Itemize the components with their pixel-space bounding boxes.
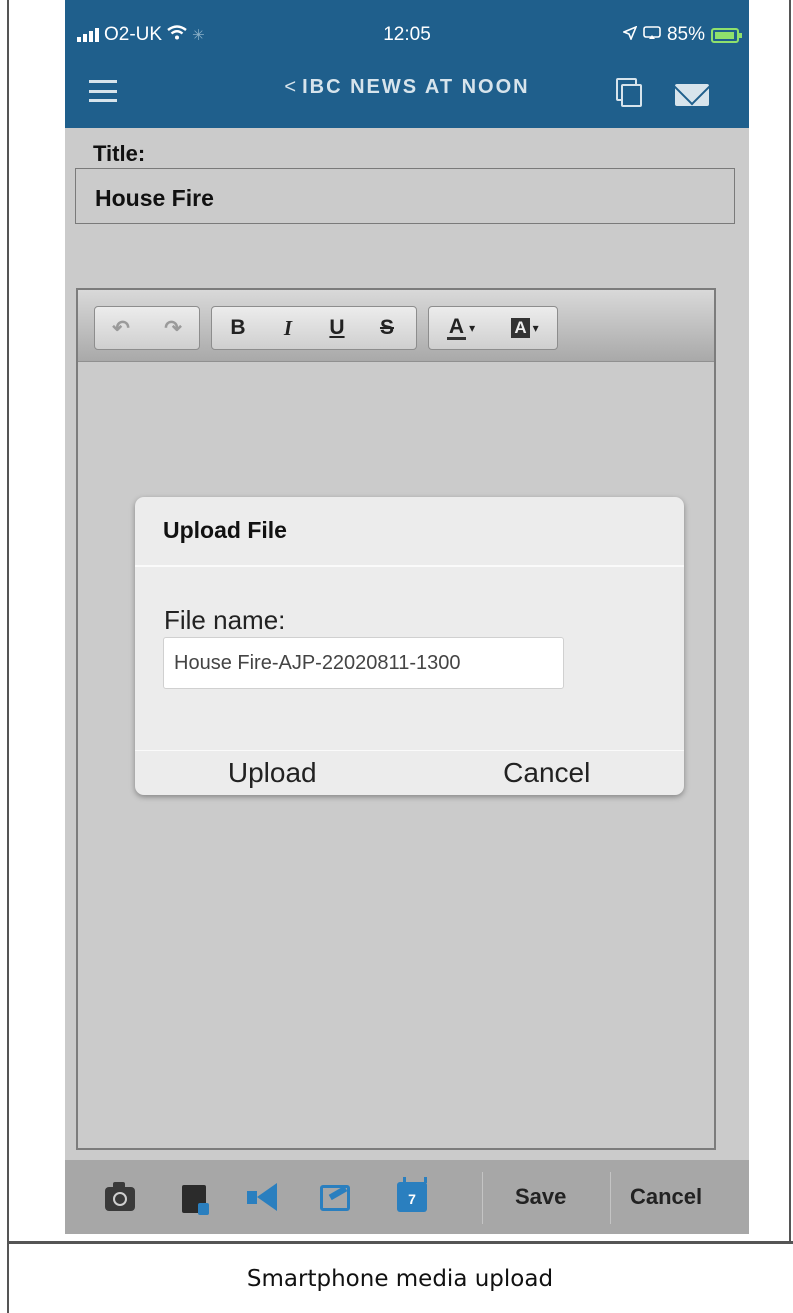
underline-button[interactable]: U <box>312 308 362 348</box>
megaphone-icon[interactable] <box>247 1183 281 1213</box>
mail-icon[interactable] <box>675 84 709 106</box>
upload-button[interactable]: Upload <box>135 751 410 795</box>
italic-icon: I <box>283 315 293 340</box>
bottom-toolbar: 7 Save Cancel <box>65 1160 749 1234</box>
file-name-input[interactable] <box>163 637 564 689</box>
undo-button[interactable]: ↶ <box>95 308 147 348</box>
navigation-bar: < IBC NEWS AT NOON <box>65 52 749 128</box>
undo-icon: ↶ <box>112 316 130 340</box>
color-group: A ▾ A ▾ <box>428 306 558 350</box>
figure-caption: Smartphone media upload <box>246 1265 554 1292</box>
page-title: IBC NEWS AT NOON <box>302 76 530 98</box>
italic-button[interactable]: I <box>264 308 312 348</box>
title-input[interactable]: House Fire <box>75 168 735 224</box>
format-group: B I U S <box>211 306 417 350</box>
upload-file-dialog: Upload File File name: Upload Cancel <box>135 497 684 795</box>
cancel-button[interactable]: Cancel <box>630 1160 702 1234</box>
redo-button[interactable]: ↷ <box>147 308 199 348</box>
underline-icon: U <box>329 316 345 339</box>
battery-icon <box>711 27 742 43</box>
frame-border-left <box>7 0 9 1313</box>
caret-down-icon: ▾ <box>469 321 476 335</box>
bold-button[interactable]: B <box>212 308 264 348</box>
dialog-cancel-button[interactable]: Cancel <box>410 751 685 795</box>
status-right: 85% <box>621 24 742 46</box>
file-name-label: File name: <box>164 605 286 635</box>
chevron-left-icon: < <box>284 76 299 98</box>
location-arrow-icon <box>621 24 638 46</box>
caret-down-icon: ▾ <box>532 321 539 335</box>
frame-border-right <box>789 0 791 1243</box>
title-label: Title: <box>93 141 146 166</box>
screen-mirroring-icon <box>643 24 661 46</box>
font-color-button[interactable]: A ▾ <box>429 308 493 348</box>
dialog-footer: Upload Cancel <box>135 750 684 795</box>
highlight-color-icon: A <box>511 318 530 338</box>
edit-icon[interactable] <box>320 1185 350 1211</box>
toolbar-divider <box>482 1172 483 1224</box>
dialog-title: Upload File <box>163 517 287 543</box>
history-group: ↶ ↷ <box>94 306 200 350</box>
phone-screen: O2-UK ✳ 12:05 85% < IBC NEWS AT NOON Titl… <box>65 0 749 1234</box>
redo-icon: ↷ <box>164 316 182 340</box>
back-title-button[interactable]: < IBC NEWS AT NOON <box>65 76 749 99</box>
editor-toolbar: ↶ ↷ B I U S A ▾ A ▾ <box>78 290 714 362</box>
battery-percent: 85% <box>666 24 705 45</box>
calendar-day: 7 <box>408 1191 416 1207</box>
copy-icon[interactable] <box>616 78 642 107</box>
status-bar: O2-UK ✳ 12:05 85% <box>65 0 749 52</box>
highlight-color-button[interactable]: A ▾ <box>493 308 557 348</box>
document-icon[interactable] <box>182 1185 209 1215</box>
camera-icon[interactable] <box>105 1182 135 1211</box>
dialog-header: Upload File <box>135 497 684 567</box>
save-button[interactable]: Save <box>515 1160 566 1234</box>
calendar-icon[interactable]: 7 <box>397 1177 427 1212</box>
toolbar-divider <box>610 1172 611 1224</box>
bold-icon: B <box>230 316 246 339</box>
font-color-icon: A <box>446 314 467 340</box>
strikethrough-icon: S <box>379 316 394 339</box>
strikethrough-button[interactable]: S <box>362 308 412 348</box>
